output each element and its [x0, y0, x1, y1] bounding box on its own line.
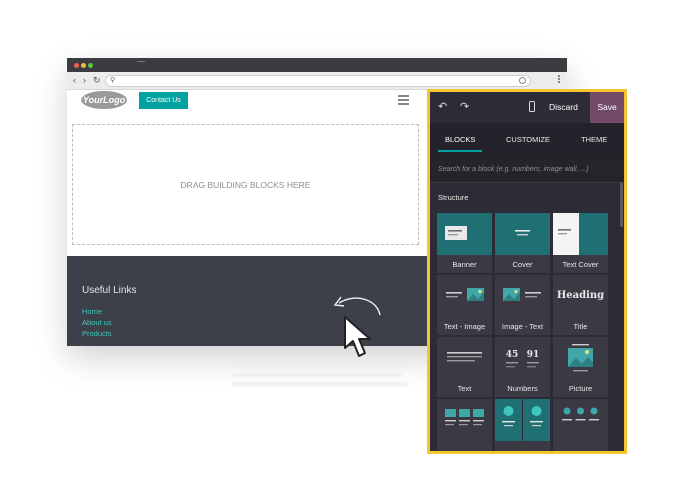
footer-link-about[interactable]: About us [82, 318, 112, 327]
features-icon [495, 399, 550, 441]
block-search-placeholder: Search for a block (e.g. numbers, image … [438, 166, 589, 173]
close-window-dot[interactable] [74, 63, 79, 68]
banner-icon [437, 213, 492, 255]
title-icon: Heading [557, 290, 604, 301]
address-bar[interactable]: ⚲ [105, 75, 531, 87]
block-cover[interactable]: Cover [495, 213, 550, 273]
browser-toolbar: ‹ › ↻ ⚲ [67, 72, 567, 90]
panel-scrollbar[interactable] [620, 182, 623, 227]
reload-icon[interactable]: ↻ [93, 74, 101, 86]
three-features-icon [562, 407, 599, 421]
site-logo[interactable]: YourLogo [81, 91, 127, 109]
undo-icon[interactable]: ↶ [438, 100, 447, 113]
block-text-image[interactable]: Text - Image [437, 275, 492, 335]
block-columns[interactable] [437, 399, 492, 451]
contact-us-button[interactable]: Contact Us [139, 92, 188, 109]
back-icon[interactable]: ‹ [73, 74, 76, 86]
footer-link-products[interactable]: Products [82, 329, 112, 338]
editor-topbar: ↶ ↷ Discard Save [430, 92, 624, 123]
block-search-input[interactable]: Search for a block (e.g. numbers, image … [430, 157, 624, 183]
block-numbers[interactable]: 45 91 Numbers [495, 337, 550, 397]
block-image-text[interactable]: Image - Text [495, 275, 550, 335]
editor-tabs: BLOCKS CUSTOMIZE THEME [430, 123, 624, 157]
forward-icon[interactable]: › [83, 74, 86, 86]
editor-panel-inner: ↶ ↷ Discard Save BLOCKS CUSTOMIZE THEME … [430, 92, 624, 451]
columns-icon [445, 409, 484, 426]
svg-text:Heading: Heading [557, 290, 604, 301]
extension-icon[interactable] [519, 77, 526, 84]
block-label: Text Cover [562, 260, 599, 269]
numbers-icon: 45 91 [506, 350, 540, 368]
hamburger-menu-icon[interactable] [398, 95, 409, 107]
block-picture[interactable]: Picture [553, 337, 608, 397]
block-features[interactable] [495, 399, 550, 451]
browser-menu-icon[interactable] [558, 75, 560, 85]
block-label: Title [573, 322, 588, 331]
tab-blocks[interactable]: BLOCKS [437, 123, 483, 157]
maximize-window-dot[interactable] [88, 63, 93, 68]
picture-icon [568, 344, 593, 372]
svg-text:91: 91 [527, 350, 540, 360]
blurred-text-shadow [232, 364, 416, 391]
search-icon: ⚲ [110, 77, 116, 84]
block-label: Picture [568, 384, 593, 393]
image-text-icon [503, 288, 541, 301]
block-three-features[interactable] [553, 399, 608, 451]
text-icon [447, 352, 482, 362]
footer-title: Useful Links [82, 285, 137, 296]
block-title[interactable]: Heading Title [553, 275, 608, 335]
cover-icon [495, 213, 550, 255]
block-text[interactable]: Text [437, 337, 492, 397]
browser-title-bar [67, 58, 567, 72]
save-button[interactable]: Save [590, 92, 624, 123]
text-image-icon [446, 288, 484, 301]
svg-text:45: 45 [506, 350, 519, 360]
text-cover-icon [553, 213, 608, 255]
block-label: Cover [512, 260, 533, 269]
block-label: Banner [452, 260, 477, 269]
mobile-preview-icon[interactable] [529, 101, 535, 112]
editor-panel: ↶ ↷ Discard Save BLOCKS CUSTOMIZE THEME … [427, 89, 627, 454]
minimize-window-dot[interactable] [81, 63, 86, 68]
discard-button[interactable]: Discard [545, 92, 582, 123]
browser-tab[interactable] [137, 61, 145, 68]
block-text-cover[interactable]: Text Cover [553, 213, 608, 273]
block-banner[interactable]: Banner [437, 213, 492, 273]
footer-link-home[interactable]: Home [82, 307, 102, 316]
block-label: Numbers [507, 384, 538, 393]
redo-icon[interactable]: ↷ [460, 100, 469, 113]
block-label: Text [457, 384, 472, 393]
block-label: Image - Text [501, 322, 544, 331]
tab-theme[interactable]: THEME [581, 123, 607, 157]
mouse-cursor-icon [344, 316, 371, 357]
block-label: Text - Image [443, 322, 486, 331]
tab-customize[interactable]: CUSTOMIZE [506, 123, 550, 157]
drop-zone[interactable]: DRAG BUILDING BLOCKS HERE [72, 124, 419, 245]
section-label: Structure [438, 193, 469, 202]
